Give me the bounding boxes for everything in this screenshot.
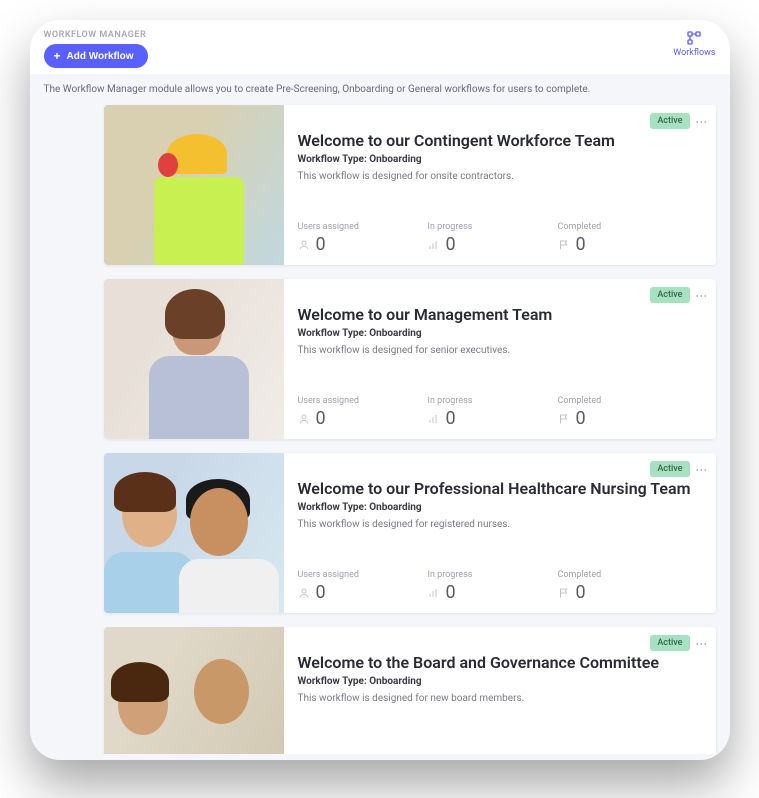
card-title: Welcome to the Board and Governance Comm… bbox=[298, 653, 702, 672]
stat-completed: Completed 0 bbox=[558, 396, 648, 429]
add-workflow-button[interactable]: + Add Workflow bbox=[44, 44, 148, 68]
stat-value: 0 bbox=[576, 408, 586, 429]
stat-value: 0 bbox=[316, 582, 326, 603]
workflows-icon bbox=[686, 30, 702, 46]
stat-label: Completed bbox=[558, 222, 648, 232]
card-body: Active ⋮ Welcome to our Contingent Workf… bbox=[284, 105, 716, 265]
workflows-nav[interactable]: Workflows bbox=[673, 30, 715, 58]
card-stats: Users assigned 0 In progress 0 bbox=[298, 564, 702, 603]
stat-value: 0 bbox=[446, 582, 456, 603]
stat-progress: In progress 0 bbox=[428, 222, 518, 255]
stat-users: Users assigned 0 bbox=[298, 570, 388, 603]
module-title: WORKFLOW MANAGER bbox=[44, 30, 148, 40]
card-title: Welcome to our Professional Healthcare N… bbox=[298, 479, 702, 498]
card-title: Welcome to our Management Team bbox=[298, 305, 702, 324]
stat-value: 0 bbox=[446, 408, 456, 429]
stat-label: Users assigned bbox=[298, 396, 388, 406]
card-body: Active ⋮ Welcome to our Management Team … bbox=[284, 279, 716, 439]
kebab-menu-icon[interactable]: ⋮ bbox=[696, 290, 708, 301]
kebab-menu-icon[interactable]: ⋮ bbox=[696, 464, 708, 475]
stat-progress: In progress 0 bbox=[428, 396, 518, 429]
chart-icon bbox=[428, 413, 440, 425]
workflow-card[interactable]: Active ⋮ Welcome to our Contingent Workf… bbox=[104, 105, 716, 265]
card-description: This workflow is designed for new board … bbox=[298, 693, 702, 704]
card-type: Workflow Type: Onboarding bbox=[298, 154, 702, 165]
stat-users: Users assigned 0 bbox=[298, 396, 388, 429]
user-icon bbox=[298, 239, 310, 251]
header-left: WORKFLOW MANAGER + Add Workflow bbox=[44, 30, 148, 68]
stat-label: In progress bbox=[428, 222, 518, 232]
workflow-card-list: Active ⋮ Welcome to our Contingent Workf… bbox=[44, 105, 716, 754]
content: The Workflow Manager module allows you t… bbox=[30, 74, 730, 754]
chart-icon bbox=[428, 587, 440, 599]
stat-label: Completed bbox=[558, 570, 648, 580]
kebab-menu-icon[interactable]: ⋮ bbox=[696, 116, 708, 127]
status-badge: Active bbox=[650, 113, 689, 129]
stat-value: 0 bbox=[576, 582, 586, 603]
flag-icon bbox=[558, 239, 570, 251]
stat-label: Users assigned bbox=[298, 222, 388, 232]
app-frame: WORKFLOW MANAGER + Add Workflow Workflow… bbox=[30, 20, 730, 760]
card-body: Active ⋮ Welcome to our Professional Hea… bbox=[284, 453, 716, 613]
card-type: Workflow Type: Onboarding bbox=[298, 328, 702, 339]
stat-label: In progress bbox=[428, 570, 518, 580]
stat-value: 0 bbox=[446, 234, 456, 255]
card-thumbnail bbox=[104, 453, 284, 613]
card-type: Workflow Type: Onboarding bbox=[298, 676, 702, 687]
workflow-card[interactable]: Active ⋮ Welcome to our Management Team … bbox=[104, 279, 716, 439]
card-thumbnail bbox=[104, 105, 284, 265]
plus-icon: + bbox=[54, 50, 61, 62]
user-icon bbox=[298, 587, 310, 599]
stat-completed: Completed 0 bbox=[558, 222, 648, 255]
card-title: Welcome to our Contingent Workforce Team bbox=[298, 131, 702, 150]
workflow-card[interactable]: Active ⋮ Welcome to the Board and Govern… bbox=[104, 627, 716, 754]
kebab-menu-icon[interactable]: ⋮ bbox=[696, 638, 708, 649]
card-description: This workflow is designed for onsite con… bbox=[298, 171, 702, 182]
stat-users: Users assigned 0 bbox=[298, 222, 388, 255]
card-body: Active ⋮ Welcome to the Board and Govern… bbox=[284, 627, 716, 754]
stat-value: 0 bbox=[316, 234, 326, 255]
workflow-card[interactable]: Active ⋮ Welcome to our Professional Hea… bbox=[104, 453, 716, 613]
stat-progress: In progress 0 bbox=[428, 570, 518, 603]
card-description: This workflow is designed for registered… bbox=[298, 519, 702, 530]
status-badge: Active bbox=[650, 287, 689, 303]
stat-value: 0 bbox=[316, 408, 326, 429]
chart-icon bbox=[428, 239, 440, 251]
workflows-nav-label: Workflows bbox=[673, 48, 715, 58]
status-badge: Active bbox=[650, 461, 689, 477]
header: WORKFLOW MANAGER + Add Workflow Workflow… bbox=[30, 20, 730, 74]
user-icon bbox=[298, 413, 310, 425]
stat-label: Users assigned bbox=[298, 570, 388, 580]
flag-icon bbox=[558, 587, 570, 599]
card-stats: Users assigned 0 In progress 0 bbox=[298, 390, 702, 429]
add-workflow-label: Add Workflow bbox=[67, 51, 134, 62]
intro-text: The Workflow Manager module allows you t… bbox=[44, 84, 716, 95]
stat-value: 0 bbox=[576, 234, 586, 255]
stat-completed: Completed 0 bbox=[558, 570, 648, 603]
card-thumbnail bbox=[104, 279, 284, 439]
stat-label: Completed bbox=[558, 396, 648, 406]
stat-label: In progress bbox=[428, 396, 518, 406]
flag-icon bbox=[558, 413, 570, 425]
card-description: This workflow is designed for senior exe… bbox=[298, 345, 702, 356]
status-badge: Active bbox=[650, 635, 689, 651]
card-stats: Users assigned 0 In progress 0 bbox=[298, 216, 702, 255]
card-thumbnail bbox=[104, 627, 284, 754]
card-type: Workflow Type: Onboarding bbox=[298, 502, 702, 513]
